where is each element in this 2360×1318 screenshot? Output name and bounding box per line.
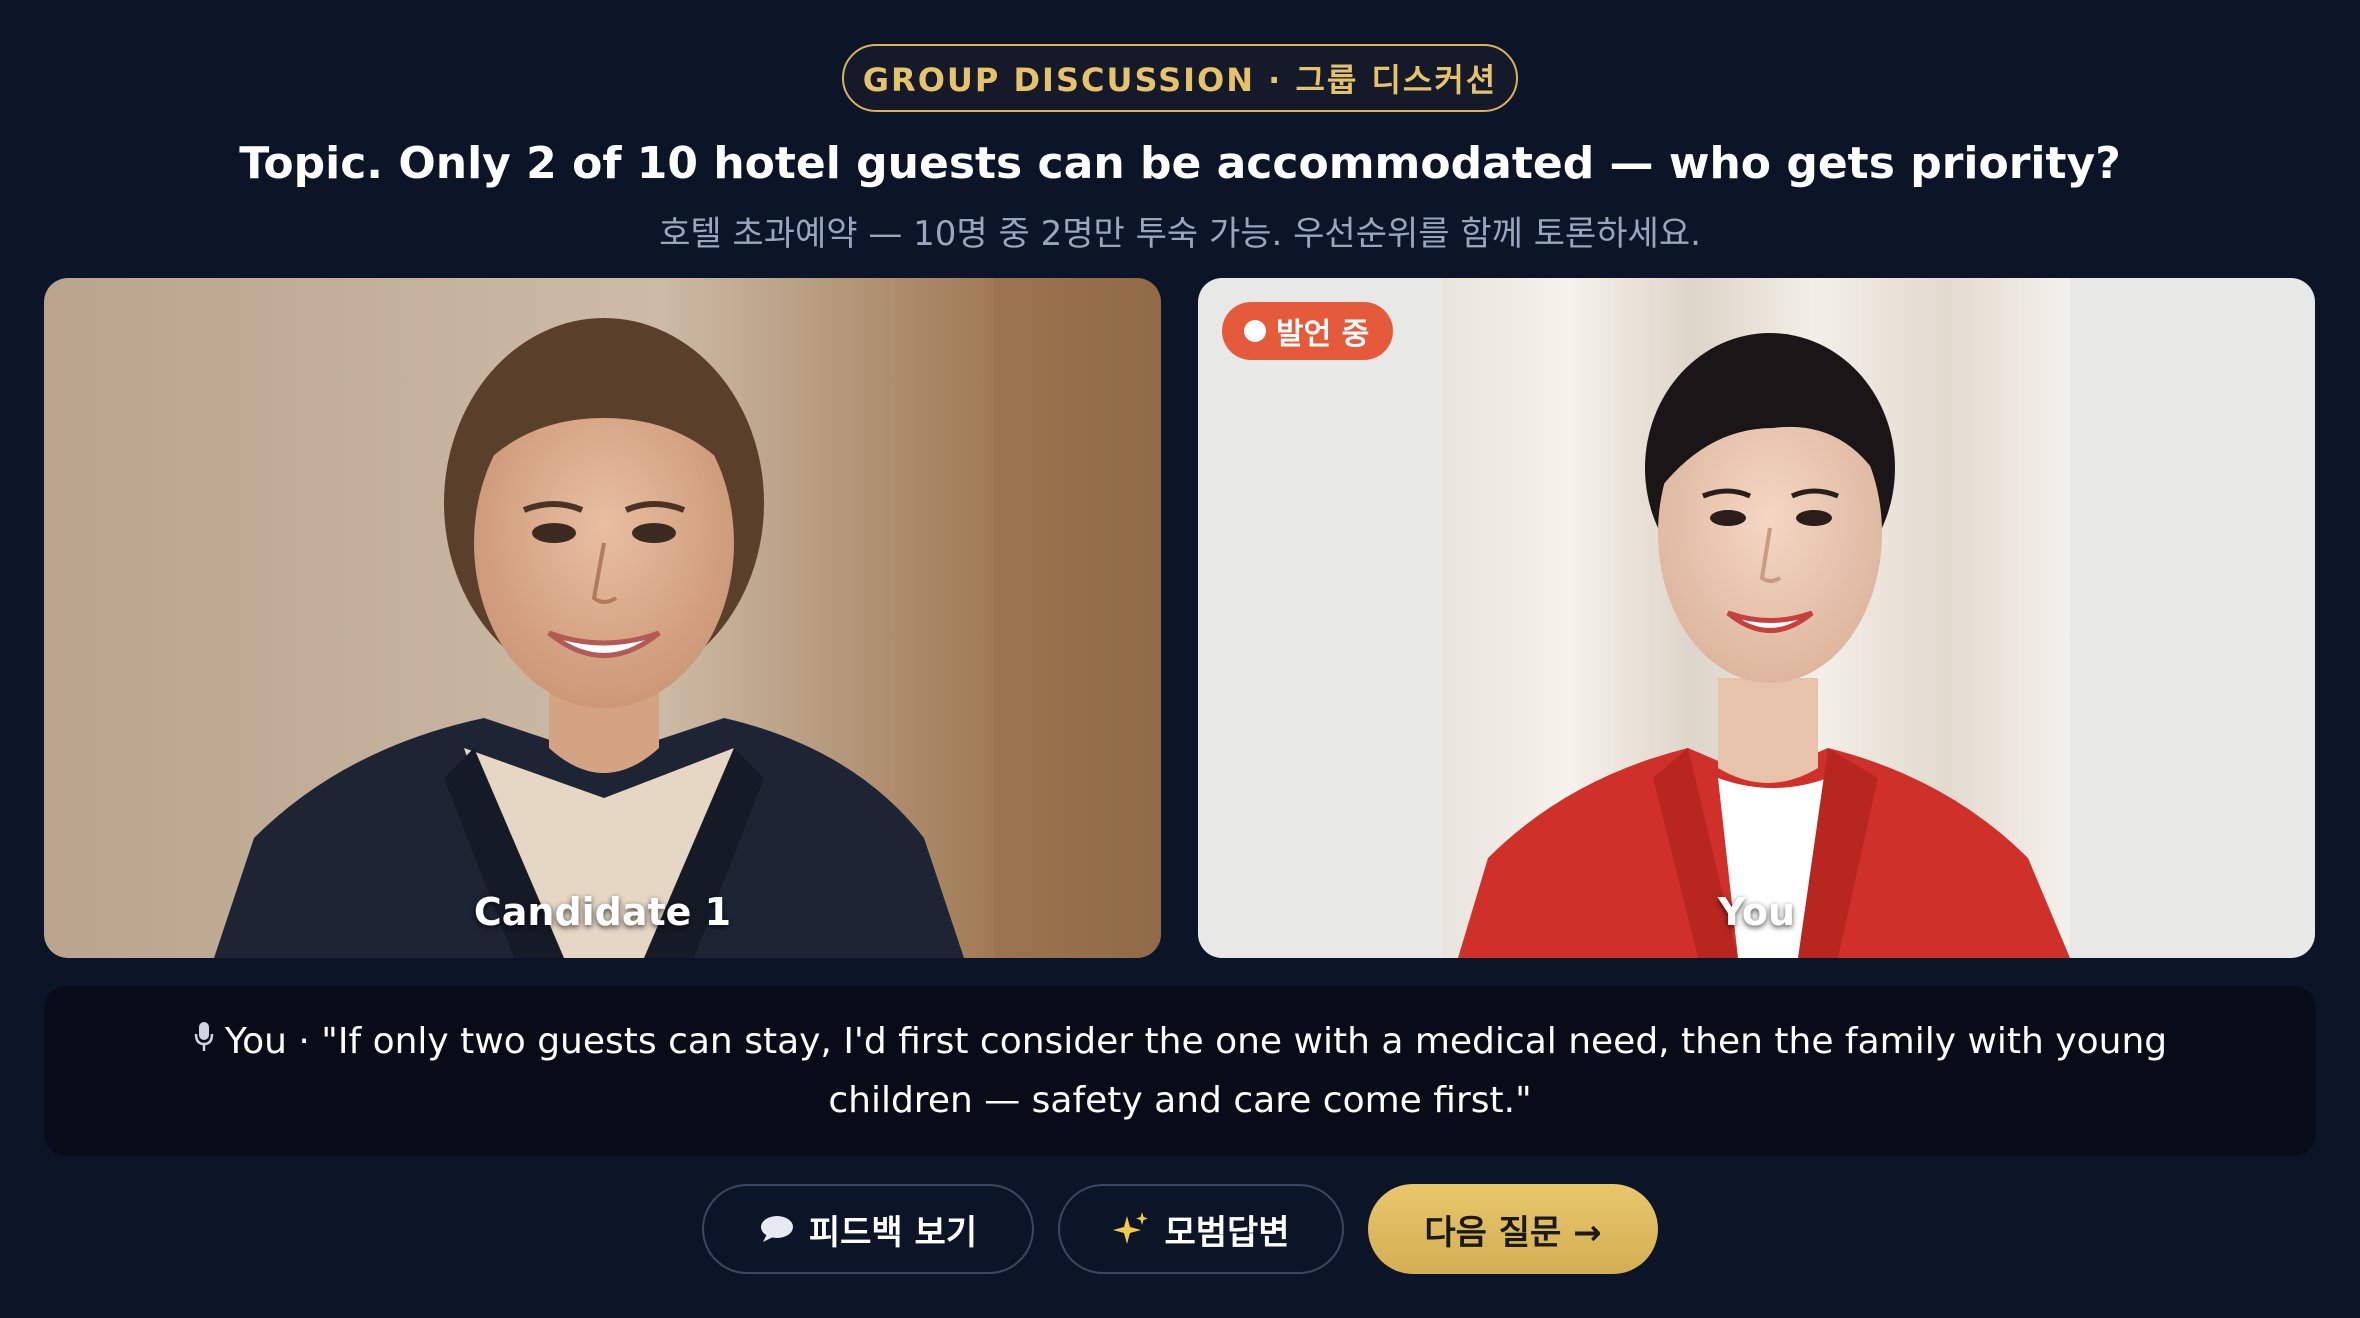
video-tile-candidate-1: Candidate 1 [44, 278, 1161, 958]
transcript-panel: You · "If only two guests can stay, I'd … [44, 986, 2316, 1156]
next-question-button[interactable]: 다음 질문 → [1368, 1184, 1658, 1274]
transcript-speaker: You [224, 1020, 287, 1062]
transcript-separator: · [286, 1020, 322, 1062]
mode-pill: GROUP DISCUSSION · 그룹 디스커션 [842, 44, 1518, 112]
transcript-text: You · "If only two guests can stay, I'd … [144, 1013, 2216, 1130]
recording-dot-icon [1244, 320, 1266, 342]
transcript-quote: "If only two guests can stay, I'd first … [321, 1020, 2168, 1121]
sparkles-icon [1112, 1210, 1150, 1248]
speaking-badge: 발언 중 [1222, 302, 1394, 360]
participant-name: You [1717, 890, 1796, 934]
next-question-label: 다음 질문 → [1424, 1212, 1602, 1253]
participant-name: Candidate 1 [473, 890, 732, 934]
you-portrait [1198, 278, 2315, 958]
speech-bubble-icon [759, 1214, 795, 1244]
mode-label: GROUP DISCUSSION · 그룹 디스커션 [862, 61, 1498, 99]
candidate-1-portrait [44, 278, 1161, 958]
topic-subtitle: 호텔 초과예약 — 10명 중 2명만 투숙 가능. 우선순위를 함께 토론하세… [659, 214, 1701, 254]
speaking-badge-label: 발언 중 [1276, 317, 1370, 352]
microphone-icon [193, 1014, 215, 1072]
model-answer-label: 모범답변 [1164, 1212, 1290, 1253]
video-tile-you: 발언 중 You [1198, 278, 2315, 958]
topic-title: Topic. Only 2 of 10 hotel guests can be … [239, 138, 2121, 189]
group-discussion-screen: GROUP DISCUSSION · 그룹 디스커션 Topic. Only 2… [0, 0, 2360, 1318]
view-feedback-label: 피드백 보기 [808, 1212, 978, 1253]
model-answer-button[interactable]: 모범답변 [1058, 1184, 1344, 1274]
view-feedback-button[interactable]: 피드백 보기 [702, 1184, 1034, 1274]
